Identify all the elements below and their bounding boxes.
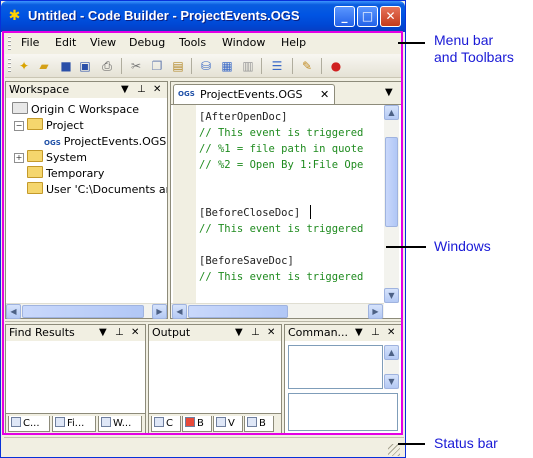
annotation-pointer-statusbar [398, 443, 425, 445]
window-outline [2, 31, 403, 435]
annotation-pointer-windows [386, 246, 426, 248]
status-bar [4, 437, 404, 457]
annotation-menubar-line2: and Toolbars [434, 49, 514, 65]
title-bar[interactable]: ✱ Untitled - Code Builder - ProjectEvent… [1, 1, 405, 32]
window-title: Untitled - Code Builder - ProjectEvents.… [28, 8, 300, 23]
annotation-pointer-menubar [398, 42, 425, 44]
app-icon: ✱ [8, 8, 21, 24]
close-button[interactable]: ✕ [380, 6, 401, 27]
resize-grip-icon[interactable] [388, 444, 400, 456]
annotation-statusbar: Status bar [434, 435, 498, 451]
annotation-menubar-line1: Menu bar [434, 32, 494, 48]
minimize-button[interactable]: _ [334, 6, 355, 27]
maximize-button[interactable]: □ [357, 6, 378, 27]
annotation-windows: Windows [434, 238, 491, 254]
